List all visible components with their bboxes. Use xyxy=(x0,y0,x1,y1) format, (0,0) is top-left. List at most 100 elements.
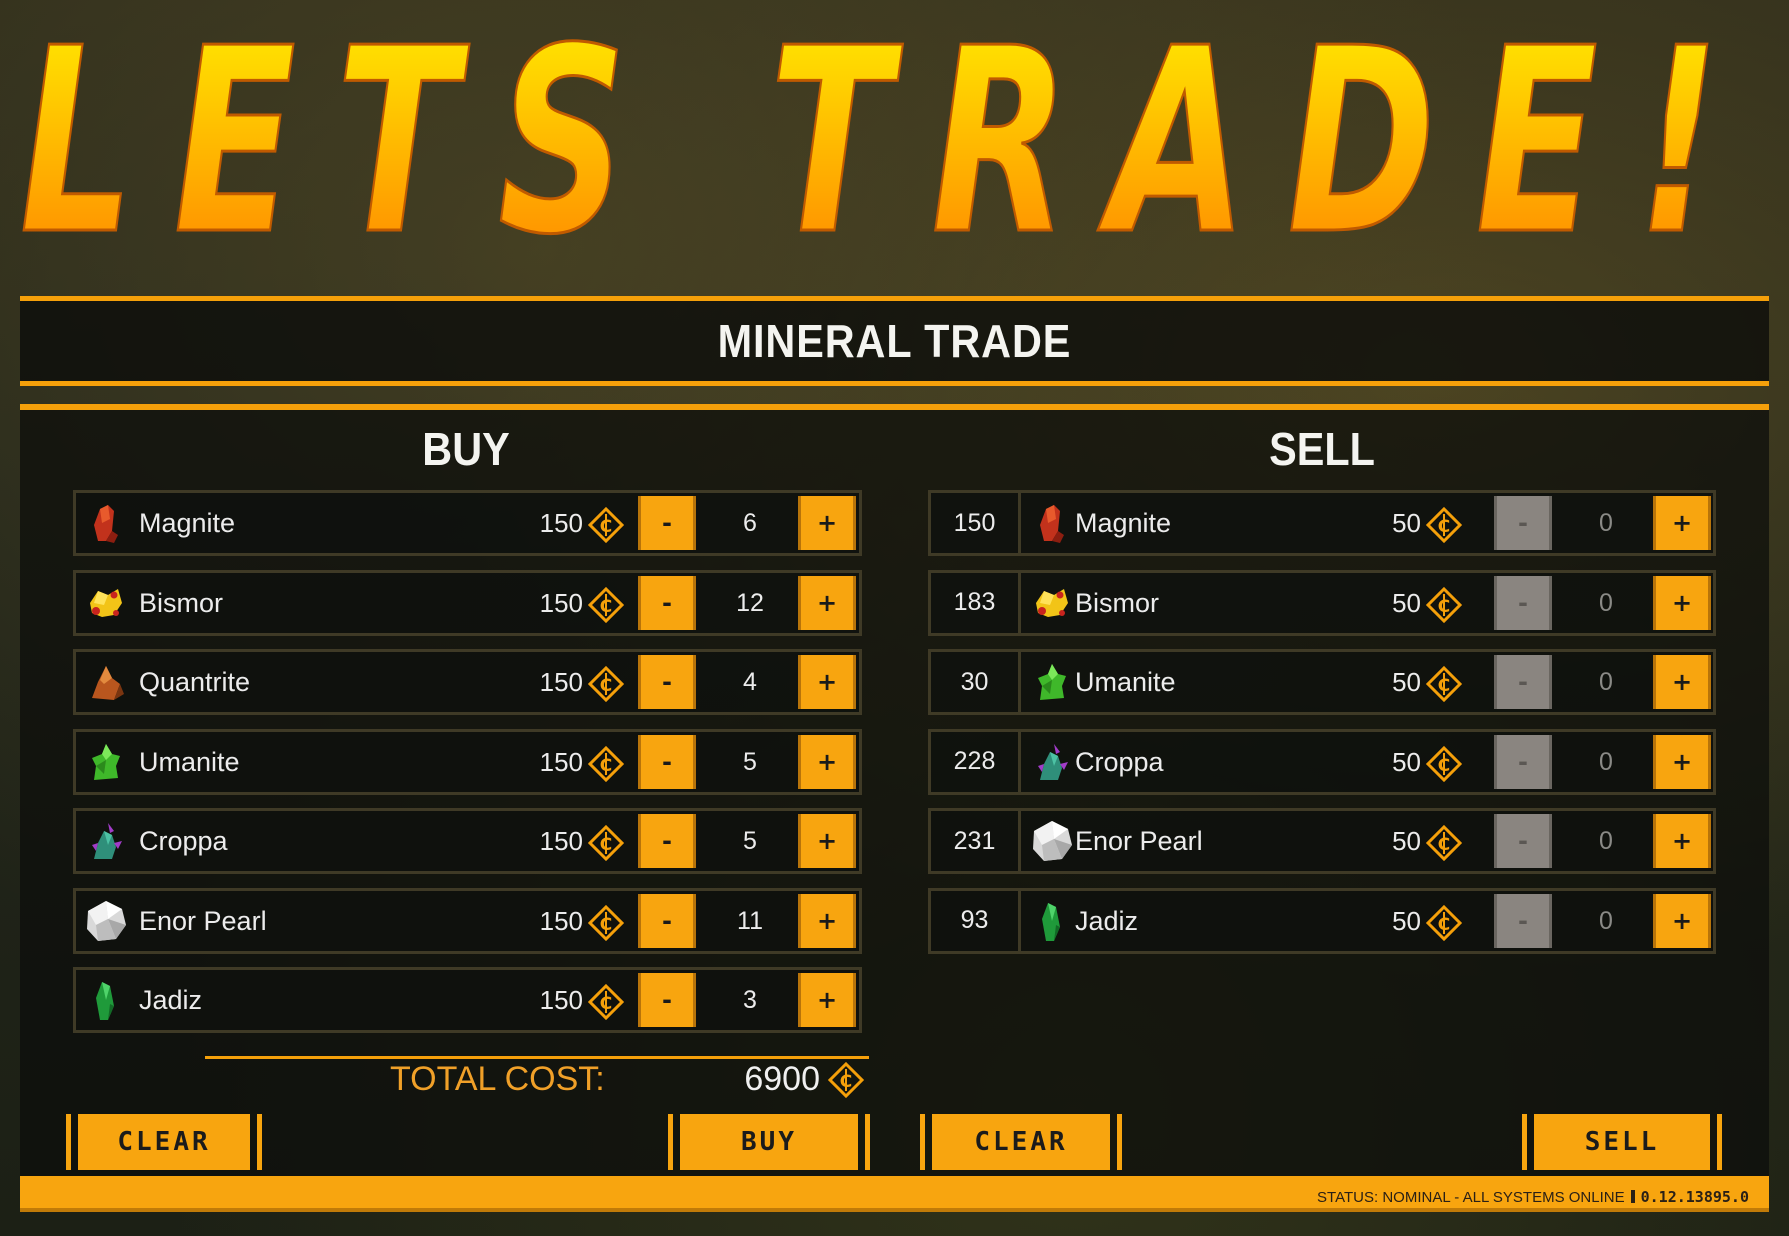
sell-row-umanite: 30 Umanite 50 C - 0 + xyxy=(928,649,1716,715)
decrease-button[interactable]: - xyxy=(638,496,696,550)
mineral-name: Magnite xyxy=(139,508,236,538)
increase-button[interactable]: + xyxy=(1653,655,1711,709)
credit-icon: C xyxy=(587,983,625,1021)
quantity-value: 6 xyxy=(743,509,757,537)
buy-button[interactable]: BUY xyxy=(668,1114,870,1170)
mineral-name: Umanite xyxy=(1075,667,1176,697)
credit-icon: C xyxy=(587,586,625,623)
quantity-value: 0 xyxy=(1599,509,1613,537)
stock-count: 231 xyxy=(931,811,1021,871)
buy-row-quantrite: Quantrite 150 C - 4 + xyxy=(73,649,862,715)
jadiz-icon xyxy=(83,977,129,1023)
decrease-button[interactable]: - xyxy=(638,734,696,789)
decrease-button[interactable]: - xyxy=(638,575,696,630)
umanite-icon xyxy=(83,739,129,785)
bismor-icon xyxy=(1029,580,1075,626)
credit-icon: C xyxy=(587,824,625,862)
credit-icon: C xyxy=(587,904,625,941)
increase-button[interactable]: + xyxy=(798,893,856,948)
increase-button[interactable]: + xyxy=(798,973,856,1027)
buy-row-umanite: Umanite 150 C - 5 + xyxy=(73,728,862,795)
sell-row-croppa: 228 Croppa 50 C - 0 + xyxy=(928,728,1716,795)
mineral-price: 50 xyxy=(1392,905,1421,936)
decrease-button[interactable]: - xyxy=(638,655,696,709)
buy-row-enor-pearl: Enor Pearl 150 C - 11 + xyxy=(73,887,862,954)
enor-pearl-icon xyxy=(1029,818,1075,864)
mineral-name: Enor Pearl xyxy=(139,905,267,936)
sell-clear-button[interactable]: CLEAR xyxy=(920,1114,1122,1170)
decrease-button[interactable]: - xyxy=(1494,575,1552,630)
croppa-icon xyxy=(83,818,129,864)
magnite-icon xyxy=(83,500,129,546)
increase-button[interactable]: + xyxy=(798,655,856,709)
page-title: MINERAL TRADE xyxy=(717,315,1072,367)
increase-button[interactable]: + xyxy=(798,496,856,550)
quantity-value: 3 xyxy=(743,986,757,1014)
decrease-button[interactable]: - xyxy=(1494,893,1552,948)
credit-icon: C xyxy=(587,665,625,703)
increase-button[interactable]: + xyxy=(1653,734,1711,789)
mineral-price: 50 xyxy=(1392,746,1421,777)
increase-button[interactable]: + xyxy=(1653,575,1711,630)
increase-button[interactable]: + xyxy=(1653,893,1711,948)
credit-icon: C xyxy=(828,1062,864,1098)
buy-row-magnite: Magnite 150 C - 6 + xyxy=(73,490,862,556)
decrease-button[interactable]: - xyxy=(638,814,696,868)
increase-button[interactable]: + xyxy=(798,734,856,789)
mineral-name: Bismor xyxy=(1075,587,1160,618)
umanite-icon xyxy=(1029,659,1075,705)
credit-icon: C xyxy=(1425,745,1463,782)
mineral-price: 50 xyxy=(1392,667,1421,697)
buy-heading: BUY xyxy=(422,423,510,475)
enor-pearl-icon xyxy=(83,898,129,944)
sell-row-jadiz: 93 Jadiz 50 C - 0 + xyxy=(928,887,1716,954)
increase-button[interactable]: + xyxy=(798,575,856,630)
magnite-icon xyxy=(1029,500,1075,546)
sell-button[interactable]: SELL xyxy=(1522,1114,1722,1170)
credit-icon: C xyxy=(587,745,625,782)
headline-text: LETS TRADE! xyxy=(20,18,1760,291)
credit-icon: C xyxy=(1425,586,1463,623)
buy-row-jadiz: Jadiz 150 C - 3 + xyxy=(73,967,862,1033)
quantity-value: 4 xyxy=(743,668,757,696)
buy-clear-button[interactable]: CLEAR xyxy=(66,1114,262,1170)
mineral-name: Jadiz xyxy=(139,985,203,1015)
increase-button[interactable]: + xyxy=(1653,496,1711,550)
mineral-price: 150 xyxy=(539,667,583,697)
buy-row-bismor: Bismor 150 C - 12 + xyxy=(73,569,862,636)
mineral-name: Quantrite xyxy=(139,667,251,697)
mineral-name: Croppa xyxy=(1075,746,1164,777)
decrease-button[interactable]: - xyxy=(1494,734,1552,789)
bismor-icon xyxy=(83,580,129,626)
decrease-button[interactable]: - xyxy=(1494,814,1552,868)
buy-row-croppa: Croppa 150 C - 5 + xyxy=(73,808,862,874)
decrease-button[interactable]: - xyxy=(638,893,696,948)
credit-icon: C xyxy=(1425,904,1463,941)
title-bar: MINERAL TRADE xyxy=(20,296,1769,386)
mineral-price: 150 xyxy=(539,746,583,777)
mineral-name: Magnite xyxy=(1075,508,1172,538)
stock-count: 30 xyxy=(931,652,1021,712)
credit-icon: C xyxy=(1425,824,1463,862)
quantity-value: 5 xyxy=(743,747,757,776)
version-text: 0.12.13895.0 xyxy=(1640,1188,1749,1206)
mineral-name: Jadiz xyxy=(1075,905,1139,936)
increase-button[interactable]: + xyxy=(798,814,856,868)
mineral-price: 150 xyxy=(539,905,583,936)
decrease-button[interactable]: - xyxy=(1494,655,1552,709)
quantrite-icon xyxy=(83,659,129,705)
mineral-price: 50 xyxy=(1392,587,1421,618)
quantity-value: 12 xyxy=(736,588,764,617)
quantity-value: 0 xyxy=(1599,747,1613,776)
quantity-value: 0 xyxy=(1599,906,1613,935)
mineral-price: 50 xyxy=(1392,826,1421,856)
decrease-button[interactable]: - xyxy=(1494,496,1552,550)
total-cost-label: TOTAL COST: xyxy=(390,1060,605,1098)
mineral-name: Croppa xyxy=(139,826,228,856)
increase-button[interactable]: + xyxy=(1653,814,1711,868)
sell-row-magnite: 150 Magnite 50 C - 0 + xyxy=(928,490,1716,556)
quantity-value: 0 xyxy=(1599,827,1613,855)
decrease-button[interactable]: - xyxy=(638,973,696,1027)
mineral-name: Bismor xyxy=(139,587,224,618)
status-line: STATUS: NOMINAL - ALL SYSTEMS ONLINE 0.12… xyxy=(1317,1188,1749,1206)
